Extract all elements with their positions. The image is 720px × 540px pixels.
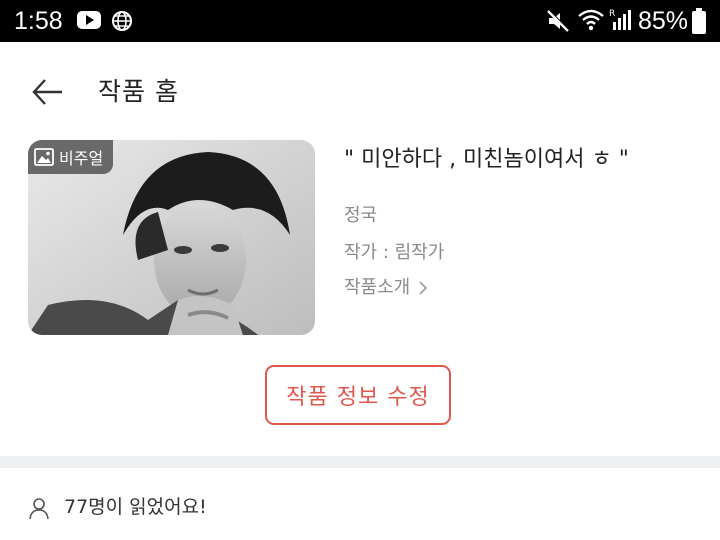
wifi-icon — [578, 9, 604, 31]
work-author: 작가 : 림작가 — [344, 242, 445, 263]
readers-row: 77명이 읽었어요! — [0, 468, 720, 540]
image-icon — [34, 148, 54, 166]
app-header: 작품 홈 — [0, 42, 720, 142]
section-divider — [0, 456, 720, 468]
page-title: 작품 홈 — [98, 77, 179, 106]
mute-icon — [547, 9, 570, 32]
battery-icon — [692, 8, 706, 34]
edit-work-info-button[interactable]: 작품 정보 수정 — [265, 365, 451, 425]
status-time: 1:58 — [14, 7, 63, 35]
chevron-right-icon — [419, 281, 428, 295]
visual-badge-label: 비주얼 — [59, 149, 104, 168]
work-intro-label: 작품소개 — [344, 277, 411, 298]
readers-count-text: 77명이 읽었어요! — [64, 496, 207, 518]
visual-badge: 비주얼 — [28, 140, 114, 174]
globe-icon — [112, 11, 132, 31]
person-icon — [29, 498, 49, 520]
status-bar: 1:58 R 85% — [0, 0, 720, 42]
back-arrow-icon — [32, 79, 62, 105]
work-intro-link[interactable]: 작품소개 — [344, 275, 428, 301]
back-button[interactable] — [26, 72, 66, 112]
work-subtitle: 정국 — [344, 205, 378, 226]
cover-image[interactable]: 비주얼 — [28, 140, 315, 335]
signal-icon: R — [609, 9, 631, 30]
work-title: " 미안하다 , 미친놈이여서 ㅎ " — [344, 147, 629, 172]
battery-percentage: 85% — [638, 7, 689, 35]
svg-text:R: R — [609, 9, 615, 19]
youtube-icon — [77, 11, 101, 29]
